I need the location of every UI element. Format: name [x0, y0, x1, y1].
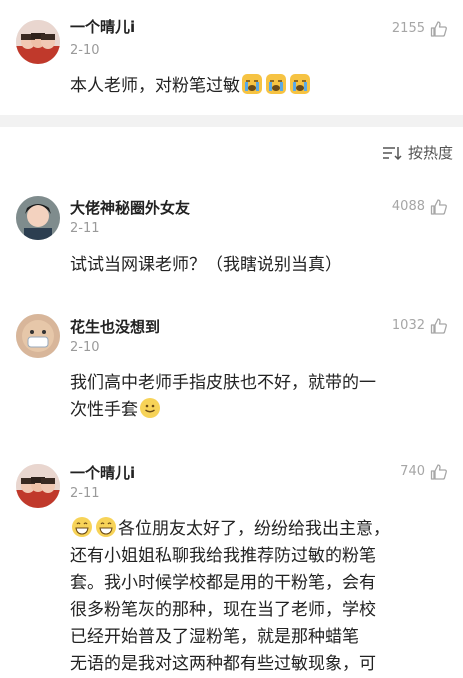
commenter-name[interactable]: 一个晴儿i — [70, 16, 135, 37]
thumbs-up-icon[interactable] — [430, 317, 448, 335]
comment-text: 我们高中老师手指皮肤也不好，就带的一 次性手套 — [70, 370, 455, 424]
avatar[interactable] — [16, 464, 60, 508]
comment-text-line: 套。我小时候学校都是用的干粉笔，会有 — [70, 573, 376, 593]
comment-text-line: 无语的是我对这两种都有些过敏现象，可 — [70, 654, 376, 674]
crying-emoji-icon — [289, 73, 311, 95]
comment-text-line: 本人老师，对粉笔过敏 — [70, 76, 240, 96]
comment-text: 本人老师，对粉笔过敏 — [70, 73, 312, 100]
comment-date: 2-11 — [70, 221, 100, 236]
like-count: 740 — [400, 464, 425, 479]
thumbs-up-icon[interactable] — [430, 463, 448, 481]
like-count: 2155 — [391, 21, 425, 36]
comment-text-line: 各位朋友太好了，纷纷给我出主意， — [118, 519, 390, 539]
comment-date: 2-10 — [70, 43, 100, 58]
comment-text: 试试当网课老师？（我瞎说别当真） — [70, 252, 342, 279]
commenter-name[interactable]: 花生也没想到 — [70, 316, 160, 337]
comment-text: 各位朋友太好了，纷纷给我出主意， 还有小姐姐私聊我给我推荐防过敏的粉笔 套。我小… — [70, 516, 455, 678]
thumbs-up-icon[interactable] — [430, 20, 448, 38]
commenter-name[interactable]: 大佬神秘圈外女友 — [70, 197, 190, 218]
thumbs-up-icon[interactable] — [430, 198, 448, 216]
comment-text-line: 我们高中老师手指皮肤也不好，就带的一 — [70, 373, 376, 393]
comment-text-line: 已经开始普及了湿粉笔，就是那种蜡笔 — [70, 627, 359, 647]
comment-4: 一个晴儿i 2-11 740 各位朋友太好了，纷纷给我出主意， 还有小姐姐私聊我… — [0, 450, 463, 675]
smile-emoji-icon — [139, 397, 161, 419]
grin-emoji-icon — [95, 516, 117, 538]
like-count: 1032 — [391, 318, 425, 333]
comment-date: 2-11 — [70, 486, 100, 501]
sort-label: 按热度 — [407, 144, 453, 162]
comment-2: 大佬神秘圈外女友 2-11 4088 试试当网课老师？（我瞎说别当真） — [0, 180, 463, 290]
section-divider — [0, 115, 463, 127]
avatar[interactable] — [16, 314, 60, 358]
comment-date: 2-10 — [70, 340, 100, 355]
like-count: 4088 — [391, 199, 425, 214]
comment-1: 一个晴儿i 2-10 2155 本人老师，对粉笔过敏 — [0, 0, 463, 115]
comment-text-line: 还有小姐姐私聊我给我推荐防过敏的粉笔 — [70, 546, 376, 566]
comment-text-line: 次性手套 — [70, 400, 138, 420]
crying-emoji-icon — [241, 73, 263, 95]
sort-toggle[interactable]: 按热度 — [382, 142, 453, 163]
avatar[interactable] — [16, 20, 60, 64]
sort-icon — [382, 146, 402, 160]
comment-3: 花生也没想到 2-10 1032 我们高中老师手指皮肤也不好，就带的一 次性手套 — [0, 300, 463, 440]
avatar[interactable] — [16, 196, 60, 240]
grin-emoji-icon — [71, 516, 93, 538]
crying-emoji-icon — [265, 73, 287, 95]
commenter-name[interactable]: 一个晴儿i — [70, 462, 135, 483]
comment-text-line: 很多粉笔灰的那种，现在当了老师，学校 — [70, 600, 376, 620]
comment-text-line: 试试当网课老师？（我瞎说别当真） — [70, 255, 342, 275]
